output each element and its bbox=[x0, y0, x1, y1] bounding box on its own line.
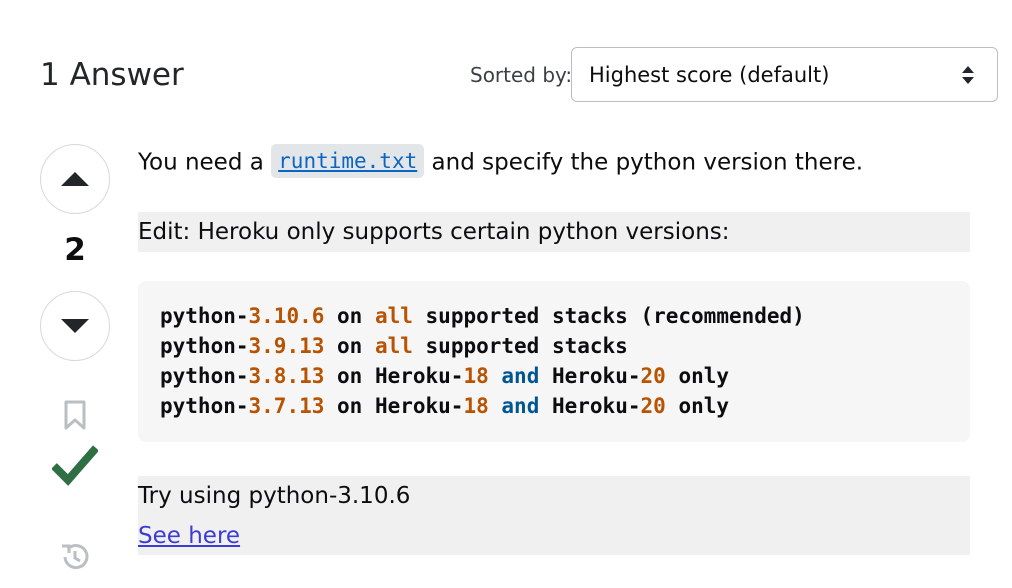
code-token: python- bbox=[160, 334, 249, 358]
bookmark-icon bbox=[64, 400, 86, 430]
sort-label: Sorted by: bbox=[470, 63, 573, 87]
history-button[interactable] bbox=[58, 540, 92, 574]
code-token: all bbox=[374, 334, 413, 358]
vote-count: 2 bbox=[64, 232, 86, 268]
runtime-txt-link[interactable]: runtime.txt bbox=[278, 149, 417, 173]
code-token: supported stacks bbox=[412, 334, 628, 358]
upvote-button[interactable] bbox=[40, 144, 110, 214]
history-icon bbox=[62, 544, 89, 570]
code-token: 18 bbox=[463, 394, 489, 418]
code-line: python-3.7.13 on Heroku-18 and Heroku-20… bbox=[160, 391, 970, 421]
code-token: 18 bbox=[463, 364, 489, 388]
intro-text-before: You need a bbox=[138, 149, 272, 176]
code-token: and bbox=[501, 394, 540, 418]
code-token: supported stacks (recommended) bbox=[412, 304, 805, 328]
code-token: 3.10.6 bbox=[248, 304, 325, 328]
code-token: all bbox=[374, 304, 413, 328]
runtime-txt-code: runtime.txt bbox=[271, 144, 425, 178]
see-here-link[interactable]: See here bbox=[138, 520, 240, 552]
code-token: 20 bbox=[640, 394, 666, 418]
code-line: python-3.10.6 on all supported stacks (r… bbox=[160, 301, 970, 331]
try-using-block: Try using python-3.10.6 See here bbox=[138, 476, 970, 555]
code-token: Heroku- bbox=[539, 364, 641, 388]
code-token: 20 bbox=[640, 364, 666, 388]
answers-count-heading: 1 Answer bbox=[40, 57, 184, 93]
code-token: python- bbox=[160, 364, 249, 388]
code-token: 3.8.13 bbox=[248, 364, 325, 388]
intro-text-after: and specify the python version there. bbox=[424, 149, 864, 176]
code-token: on bbox=[324, 334, 375, 358]
code-line: python-3.9.13 on all supported stacks bbox=[160, 331, 970, 361]
code-token: 3.9.13 bbox=[248, 334, 325, 358]
code-token: Heroku- bbox=[539, 394, 641, 418]
code-token: on bbox=[324, 304, 375, 328]
caret-down-icon bbox=[61, 319, 89, 333]
sort-select-value: Highest score (default) bbox=[589, 62, 830, 87]
code-token: on Heroku- bbox=[324, 394, 464, 418]
bookmark-button[interactable] bbox=[60, 398, 90, 432]
code-line: python-3.8.13 on Heroku-18 and Heroku-20… bbox=[160, 361, 970, 391]
code-token: python- bbox=[160, 394, 249, 418]
caret-up-icon bbox=[61, 172, 89, 186]
code-token: only bbox=[665, 364, 730, 388]
downvote-button[interactable] bbox=[40, 291, 110, 361]
answer-intro-text: You need a runtime.txt and specify the p… bbox=[138, 144, 864, 180]
edit-note: Edit: Heroku only supports certain pytho… bbox=[138, 212, 970, 252]
code-token: on Heroku- bbox=[324, 364, 464, 388]
code-token: and bbox=[501, 364, 540, 388]
code-token: python- bbox=[160, 304, 249, 328]
code-token: 3.7.13 bbox=[248, 394, 325, 418]
try-using-text: Try using python-3.10.6 bbox=[138, 483, 411, 509]
sort-select[interactable]: Highest score (default) bbox=[571, 47, 998, 102]
accepted-answer-indicator bbox=[50, 440, 100, 490]
sort-arrows-icon bbox=[962, 66, 974, 84]
answer-section: 1 Answer Sorted by: Highest score (defau… bbox=[0, 0, 1012, 588]
checkmark-icon bbox=[52, 445, 98, 486]
python-versions-code-block: python-3.10.6 on all supported stacks (r… bbox=[138, 281, 970, 442]
code-token: only bbox=[665, 394, 730, 418]
